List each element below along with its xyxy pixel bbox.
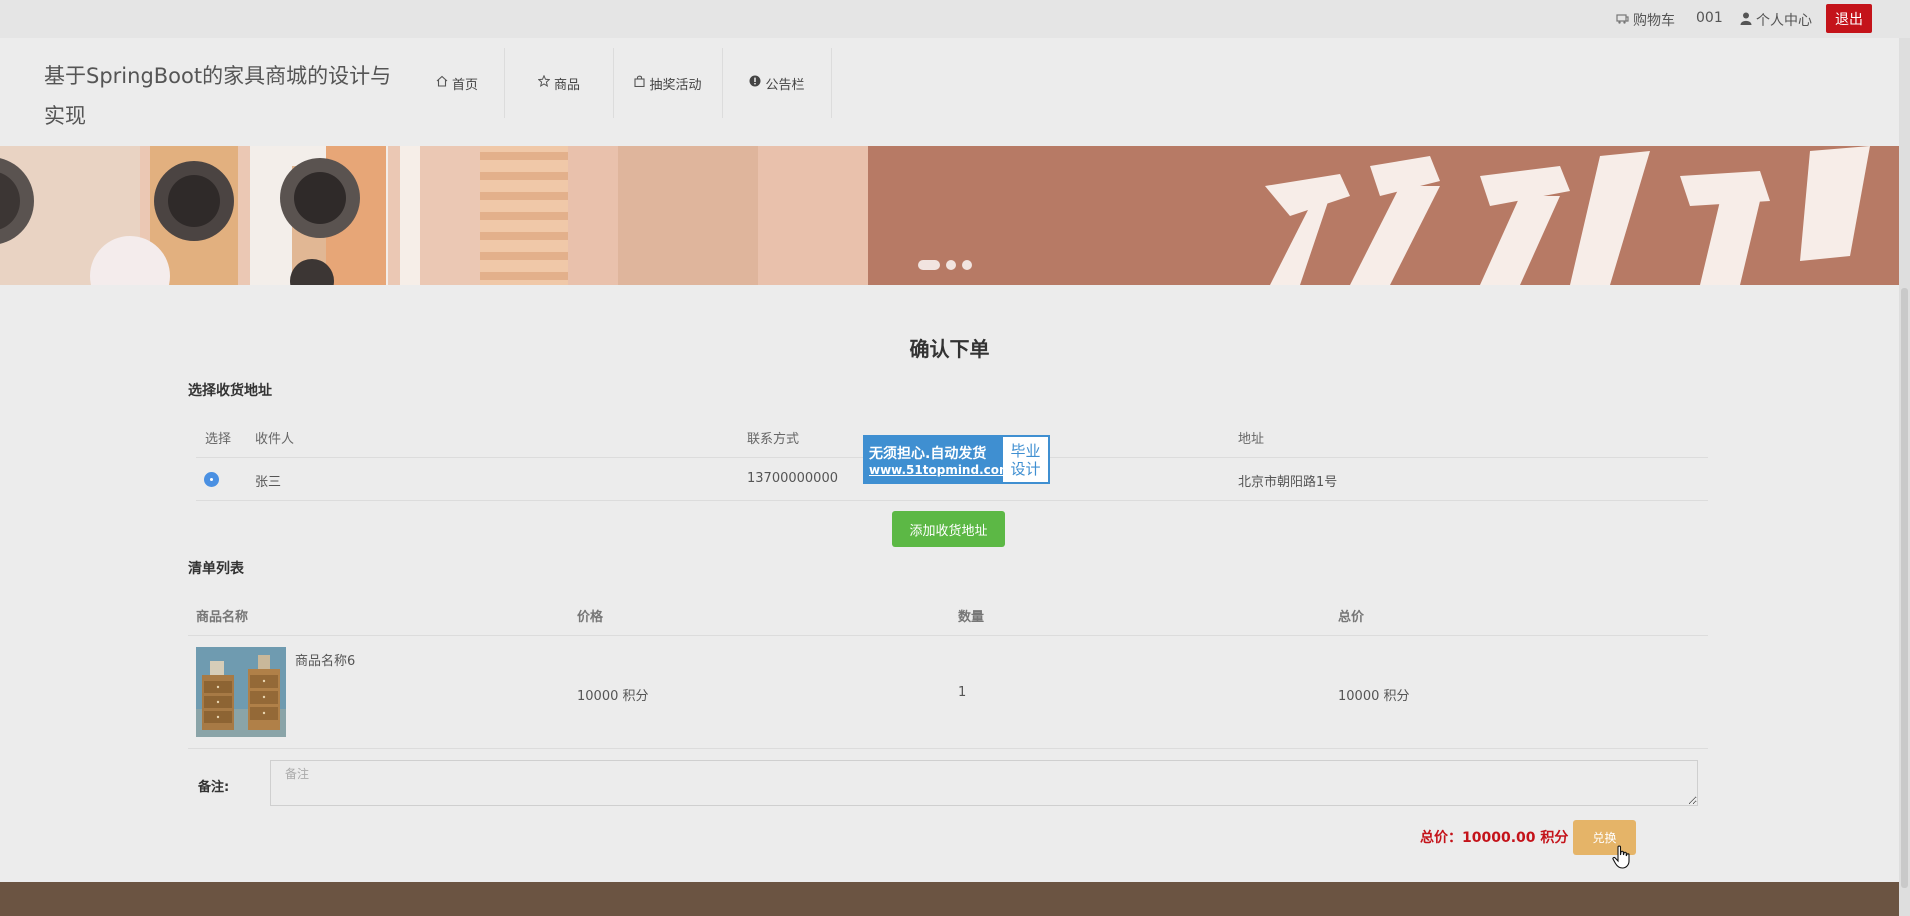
product-quantity: 1 — [958, 685, 967, 700]
col-total: 总价 — [1338, 610, 1365, 625]
watermark-right1: 毕业 — [1010, 441, 1041, 460]
order-total: 总价：10000.00 积分 — [1420, 827, 1568, 847]
profile-label: 个人中心 — [1756, 13, 1812, 29]
nav-item-label: 公告栏 — [765, 77, 805, 93]
nav-item-notice[interactable]: 公告栏 — [723, 48, 832, 118]
watermark-right2: 设计 — [1010, 459, 1041, 478]
remark-textarea[interactable] — [270, 760, 1698, 806]
divider — [188, 748, 1708, 749]
site-footer — [0, 882, 1899, 916]
total-value: 10000.00 积分 — [1462, 830, 1569, 846]
page-scrollbar[interactable] — [1899, 38, 1910, 916]
carousel-indicators — [918, 260, 972, 270]
col-select: 选择 — [205, 432, 232, 447]
product-total: 10000 积分 — [1338, 689, 1410, 704]
bag-icon — [634, 75, 646, 91]
col-recipient: 收件人 — [255, 432, 295, 447]
watermark-line1: 无须担心.自动发货 — [869, 445, 987, 462]
col-address: 地址 — [1238, 432, 1265, 447]
page-title: 确认下单 — [909, 337, 990, 361]
main-nav: 首页 商品 抽奖活动 公告栏 — [410, 48, 832, 118]
remark-label: 备注: — [198, 780, 230, 795]
nav-item-lottery[interactable]: 抽奖活动 — [614, 48, 723, 118]
watermark-badge: 无须担心.自动发货 www.51topmind.com 毕业 设计 — [863, 435, 1050, 484]
carousel-dot-active[interactable] — [918, 260, 940, 270]
top-bar: 购物车 001 个人中心 退出 — [0, 0, 1910, 38]
col-phone: 联系方式 — [747, 432, 800, 447]
product-price: 10000 积分 — [577, 689, 649, 704]
nav-item-products[interactable]: 商品 — [505, 48, 614, 118]
carousel-dot[interactable] — [962, 260, 972, 270]
site-title: 基于SpringBoot的家具商城的设计与实现 — [44, 64, 392, 128]
recipient-name: 张三 — [255, 475, 282, 490]
divider — [188, 635, 1708, 636]
address-section-title: 选择收货地址 — [188, 383, 272, 399]
watermark-line2: www.51topmind.com — [869, 462, 1012, 477]
col-price: 价格 — [577, 610, 604, 625]
username: 001 — [1696, 10, 1723, 26]
nav-item-label: 商品 — [553, 77, 580, 93]
info-icon — [749, 75, 761, 91]
profile-link[interactable]: 个人中心 — [1740, 10, 1812, 30]
col-product-name: 商品名称 — [196, 610, 249, 625]
product-thumbnail[interactable] — [196, 647, 286, 737]
user-icon — [1740, 12, 1752, 29]
add-address-button[interactable]: 添加收货地址 — [892, 511, 1005, 547]
nav-item-home[interactable]: 首页 — [410, 48, 505, 118]
site-header: 基于SpringBoot的家具商城的设计与实现 首页 商品 抽奖活动 公告栏 — [0, 38, 1910, 146]
recipient-phone: 13700000000 — [747, 471, 838, 486]
hand-cursor-icon — [1612, 845, 1632, 873]
logout-button[interactable]: 退出 — [1826, 4, 1872, 33]
address-radio[interactable] — [205, 473, 218, 486]
product-name[interactable]: 商品名称6 — [295, 650, 355, 669]
total-label: 总价： — [1420, 830, 1462, 846]
scrollbar-thumb[interactable] — [1901, 288, 1908, 888]
nav-item-label: 首页 — [451, 77, 478, 93]
col-quantity: 数量 — [958, 610, 985, 625]
recipient-address: 北京市朝阳路1号 — [1238, 475, 1338, 490]
order-section-title: 清单列表 — [188, 561, 244, 577]
carousel-dot[interactable] — [946, 260, 956, 270]
cart-icon — [1616, 12, 1629, 28]
star-icon — [537, 74, 551, 91]
cart-link[interactable]: 购物车 — [1616, 10, 1675, 30]
cart-label: 购物车 — [1633, 13, 1675, 29]
home-icon — [436, 75, 448, 91]
nav-item-label: 抽奖活动 — [649, 77, 702, 93]
divider — [196, 500, 1708, 501]
